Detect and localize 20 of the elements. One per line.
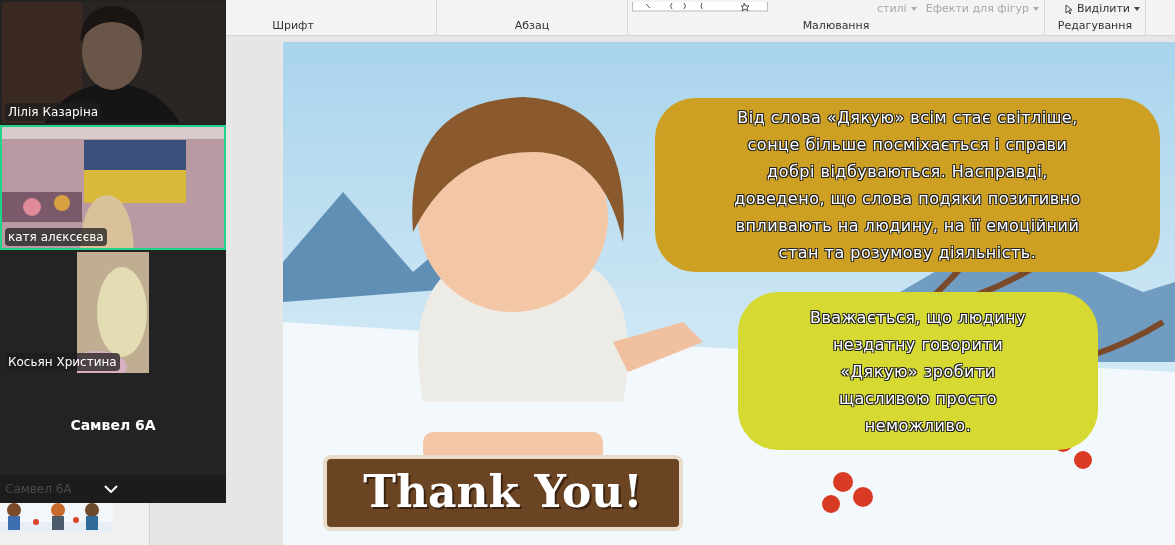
- speech-bubble: Від слова «Дякую» всім стає світліше, сонце більше посміхається і справи добрі відбуваються. Насправді, доведено, що слова подяки позитивно впливають на людину, на її емоційний стан та розумову діяльність.: [655, 98, 1160, 272]
- participant-name: Косьян Христина: [5, 353, 120, 371]
- group-label: Редагування: [1056, 19, 1134, 32]
- chevron-down-icon[interactable]: [104, 485, 118, 493]
- caret-icon: [909, 6, 918, 12]
- video-tile[interactable]: Лілія Казаріна: [0, 0, 226, 125]
- speech-bubble: Вважається, що людину нездатну говорити «Дякую» зробити щасливою просто неможливо.: [738, 292, 1098, 450]
- group-label: Абзац: [513, 19, 551, 32]
- caret-icon: [1032, 6, 1040, 12]
- caret-icon: [1133, 6, 1141, 12]
- group-label: Шрифт: [271, 19, 315, 32]
- participant-name: Лілія Казаріна: [5, 103, 102, 121]
- video-tile[interactable]: катя алєксєєва: [0, 125, 226, 250]
- sign-text: Thank You!: [323, 455, 683, 531]
- group-label: Малювання: [801, 19, 871, 32]
- participant-name: Самвел 6А: [70, 415, 156, 435]
- select-button[interactable]: Виділити: [1064, 2, 1141, 15]
- cursor-icon: [1064, 3, 1074, 15]
- shapes-gallery[interactable]: [632, 2, 768, 12]
- participant-name: катя алєксєєва: [5, 228, 107, 246]
